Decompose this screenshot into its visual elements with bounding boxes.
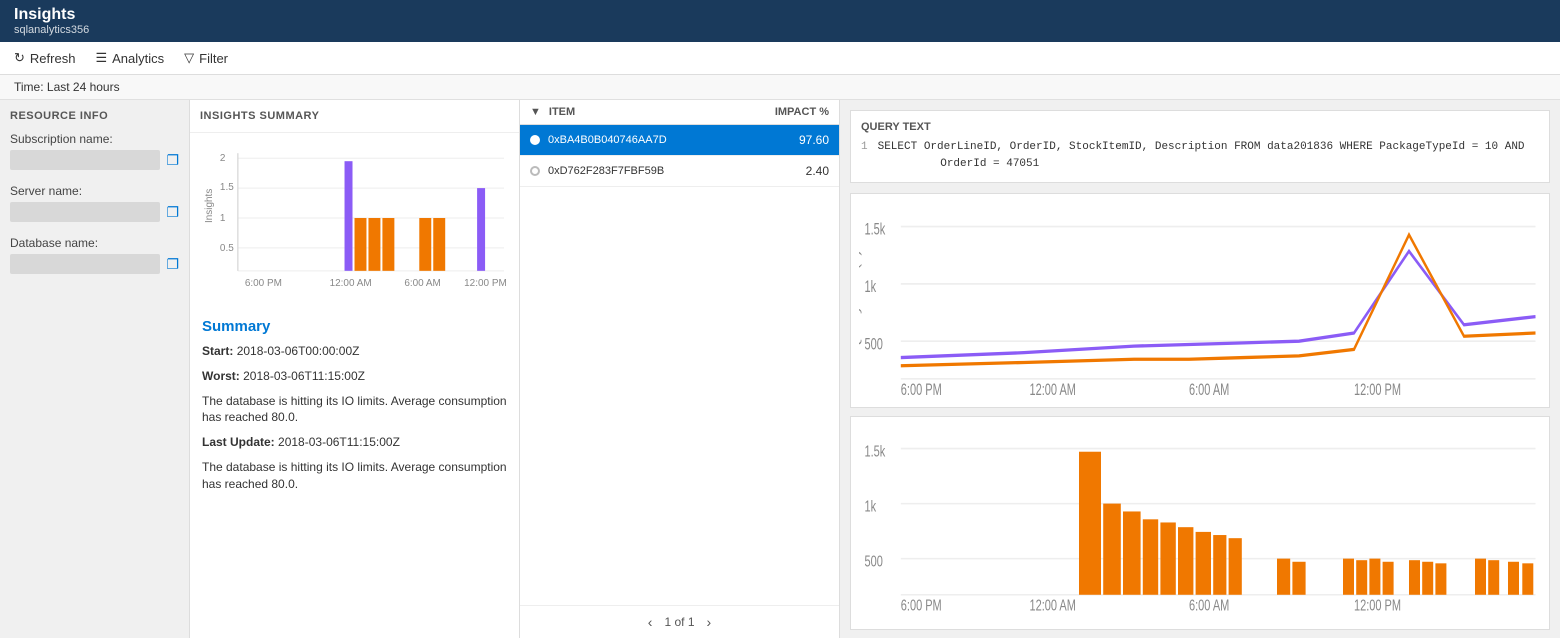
app-header: Insights sqlanalytics356	[0, 0, 1560, 42]
filter-icon: ▽	[184, 50, 194, 66]
database-edit-icon[interactable]: ❐	[166, 256, 179, 273]
col-impact-header: IMPACT %	[749, 106, 829, 118]
resource-info-title: RESOURCE INFO	[10, 110, 179, 122]
item-impact: 97.60	[749, 133, 829, 147]
table-row[interactable]: 0xD762F283F7FBF59B 2.40	[520, 156, 839, 187]
svg-text:1.5: 1.5	[220, 182, 234, 193]
item-id: 0xD762F283F7FBF59B	[548, 165, 749, 177]
items-pagination: ‹ 1 of 1 ›	[520, 605, 839, 638]
app-title: Insights	[14, 6, 1546, 24]
svg-text:12:00 PM: 12:00 PM	[464, 278, 507, 289]
item-impact: 2.40	[749, 164, 829, 178]
svg-text:6:00 AM: 6:00 AM	[1189, 596, 1229, 613]
subscription-edit-icon[interactable]: ❐	[166, 152, 179, 169]
items-table-header: ▼ ITEM IMPACT %	[520, 100, 839, 125]
svg-text:6:00 PM: 6:00 PM	[245, 278, 282, 289]
refresh-icon: ↻	[14, 50, 25, 66]
svg-text:12:00 AM: 12:00 AM	[1030, 596, 1076, 613]
query-duration-chart-box: 1.5k 1k 500 6:00 PM 12:00 AM 6:00 AM	[850, 193, 1550, 408]
row-dot	[530, 135, 540, 145]
query-panel: QUERY TEXT 1SELECT OrderLineID, OrderID,…	[840, 100, 1560, 638]
subscription-label: Subscription name:	[10, 132, 179, 146]
svg-text:6:00 PM: 6:00 PM	[901, 380, 942, 399]
resource-info-panel: RESOURCE INFO Subscription name: ❐ Serve…	[0, 100, 190, 638]
main-layout: RESOURCE INFO Subscription name: ❐ Serve…	[0, 100, 1560, 638]
subscription-value	[10, 150, 160, 170]
svg-text:Query dur. (s): Query dur. (s)	[859, 250, 861, 350]
query-duration-svg: 1.5k 1k 500 6:00 PM 12:00 AM 6:00 AM	[859, 202, 1541, 399]
database-value	[10, 254, 160, 274]
server-field: Server name: ❐	[10, 184, 179, 222]
charts-container: 1.5k 1k 500 6:00 PM 12:00 AM 6:00 AM	[840, 193, 1560, 638]
insights-summary-panel: INSIGHTS SUMMARY 2 1.5 1 0.5	[190, 100, 520, 638]
pagination-info: 1 of 1	[664, 615, 694, 629]
subscription-field: Subscription name: ❐	[10, 132, 179, 170]
svg-text:1k: 1k	[865, 277, 877, 296]
refresh-button[interactable]: ↻ Refresh	[14, 50, 75, 66]
insights-chart-svg: 2 1.5 1 0.5	[200, 141, 509, 300]
query-text-content: 1SELECT OrderLineID, OrderID, StockItemI…	[861, 139, 1539, 172]
row-dot	[530, 166, 540, 176]
insights-chart: 2 1.5 1 0.5	[190, 133, 519, 308]
server-edit-icon[interactable]: ❐	[166, 204, 179, 221]
time-bar: Time: Last 24 hours	[0, 75, 1560, 100]
svg-text:6:00 AM: 6:00 AM	[404, 278, 441, 289]
svg-text:Insights: Insights	[204, 189, 215, 223]
svg-text:500: 500	[865, 552, 883, 569]
summary-worst: Worst: 2018-03-06T11:15:00Z	[202, 368, 507, 385]
svg-text:1.5k: 1.5k	[865, 219, 886, 238]
table-row[interactable]: 0xBA4B0B040746AA7D 97.60	[520, 125, 839, 156]
time-label: Time: Last 24 hours	[14, 80, 120, 94]
svg-text:12:00 PM: 12:00 PM	[1354, 596, 1401, 613]
col-item-header: ITEM	[549, 106, 749, 118]
summary-title: Summary	[202, 318, 507, 335]
summary-desc2: The database is hitting its IO limits. A…	[202, 459, 507, 493]
database-field: Database name: ❐	[10, 236, 179, 274]
svg-text:6:00 PM: 6:00 PM	[901, 596, 942, 613]
query-sql: SELECT OrderLineID, OrderID, StockItemID…	[861, 141, 1525, 170]
svg-text:12:00 AM: 12:00 AM	[1030, 380, 1076, 399]
server-label: Server name:	[10, 184, 179, 198]
svg-text:1k: 1k	[865, 497, 877, 514]
query-text-box: QUERY TEXT 1SELECT OrderLineID, OrderID,…	[850, 110, 1550, 183]
svg-text:12:00 AM: 12:00 AM	[330, 278, 372, 289]
analytics-icon: ☰	[95, 50, 107, 66]
svg-text:12:00 PM: 12:00 PM	[1354, 380, 1401, 399]
svg-text:0.5: 0.5	[220, 243, 234, 254]
database-label: Database name:	[10, 236, 179, 250]
items-table-body: 0xBA4B0B040746AA7D 97.60 0xD762F283F7FBF…	[520, 125, 839, 605]
query-text-label: QUERY TEXT	[861, 121, 1539, 133]
execution-svg: 1.5k 1k 500	[859, 425, 1541, 622]
item-id: 0xBA4B0B040746AA7D	[548, 134, 749, 146]
svg-text:500: 500	[865, 334, 884, 353]
filter-button[interactable]: ▽ Filter	[184, 50, 228, 66]
svg-text:6:00 AM: 6:00 AM	[1189, 380, 1229, 399]
summary-desc1: The database is hitting its IO limits. A…	[202, 393, 507, 427]
query-line-num: 1	[861, 141, 868, 153]
app-subtitle: sqlanalytics356	[14, 24, 1546, 36]
svg-text:1: 1	[220, 213, 226, 224]
summary-last-update: Last Update: 2018-03-06T11:15:00Z	[202, 434, 507, 451]
svg-text:Execution: Execution	[859, 492, 861, 561]
summary-section: Summary Start: 2018-03-06T00:00:00Z Wors…	[190, 308, 519, 638]
items-panel: ▼ ITEM IMPACT % 0xBA4B0B040746AA7D 97.60…	[520, 100, 840, 638]
insights-summary-title: INSIGHTS SUMMARY	[190, 100, 519, 133]
toolbar: ↻ Refresh ☰ Analytics ▽ Filter	[0, 42, 1560, 75]
pagination-prev[interactable]: ‹	[648, 614, 653, 630]
server-value	[10, 202, 160, 222]
table-filter-icon: ▼	[530, 106, 541, 118]
execution-chart-box: 1.5k 1k 500	[850, 416, 1550, 631]
svg-text:2: 2	[220, 153, 226, 164]
svg-text:1.5k: 1.5k	[865, 442, 886, 459]
summary-start: Start: 2018-03-06T00:00:00Z	[202, 343, 507, 360]
pagination-next[interactable]: ›	[707, 614, 712, 630]
analytics-button[interactable]: ☰ Analytics	[95, 50, 164, 66]
